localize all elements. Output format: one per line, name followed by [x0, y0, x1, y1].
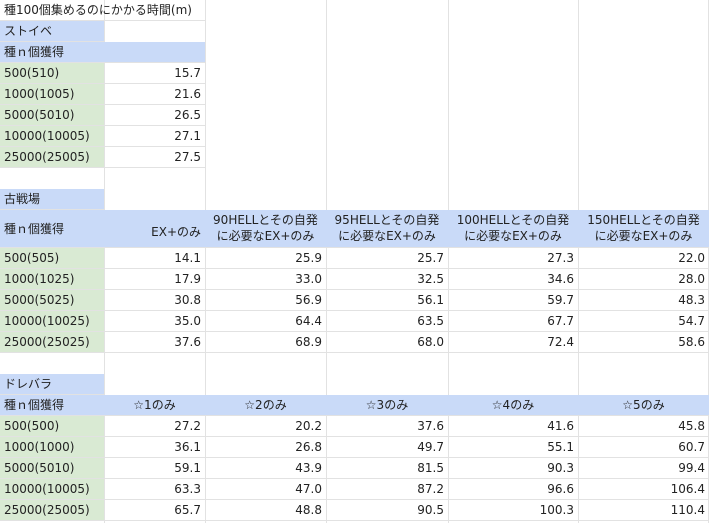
value-cell[interactable]: 32.5	[326, 269, 448, 290]
header-cell[interactable]: ☆5のみ	[578, 395, 709, 416]
row-label[interactable]: 5000(5010)	[0, 458, 104, 479]
value-cell[interactable]: 34.6	[448, 269, 578, 290]
row-label[interactable]: 10000(10005)	[0, 126, 104, 147]
header-cell[interactable]: ☆4のみ	[448, 395, 578, 416]
header-line: に必要なEX+のみ	[338, 229, 436, 243]
header-cell[interactable]: ☆2のみ	[205, 395, 326, 416]
header-cell[interactable]: 100HELLとその自発 に必要なEX+のみ	[448, 210, 578, 248]
value-cell[interactable]: 17.9	[104, 269, 205, 290]
value-cell[interactable]: 48.3	[578, 290, 709, 311]
value-cell[interactable]: 14.1	[104, 248, 205, 269]
row-label[interactable]: 10000(10025)	[0, 311, 104, 332]
value-cell[interactable]: 63.3	[104, 479, 205, 500]
header-label-cell[interactable]: 種ｎ個獲得	[0, 395, 104, 416]
value-cell[interactable]: 60.7	[578, 437, 709, 458]
value-cell[interactable]: 68.0	[326, 332, 448, 353]
value-cell[interactable]: 26.8	[205, 437, 326, 458]
value-cell[interactable]: 90.3	[448, 458, 578, 479]
row-label[interactable]: 1000(1000)	[0, 437, 104, 458]
value-cell[interactable]: 49.7	[326, 437, 448, 458]
value-cell[interactable]: 43.9	[205, 458, 326, 479]
value-cell[interactable]: 20.2	[205, 416, 326, 437]
value-cell[interactable]: 27.1	[104, 126, 205, 147]
value-cell[interactable]: 96.6	[448, 479, 578, 500]
value-cell[interactable]: 21.6	[104, 84, 205, 105]
value-cell[interactable]: 59.1	[104, 458, 205, 479]
header-cell[interactable]: 95HELLとその自発 に必要なEX+のみ	[326, 210, 448, 248]
header-line: に必要なEX+のみ	[594, 229, 693, 243]
row-label[interactable]: 25000(25025)	[0, 332, 104, 353]
value-cell[interactable]: 81.5	[326, 458, 448, 479]
header-label-cell[interactable]: 種ｎ個獲得	[0, 210, 104, 248]
header-line: 150HELLとその自発	[587, 213, 700, 227]
value-cell[interactable]: 28.0	[578, 269, 709, 290]
row-label[interactable]: 10000(10005)	[0, 479, 104, 500]
spreadsheet-grid[interactable]: 種100個集めるのにかかる時間(m) ストイベ 種ｎ個獲得 500(510) 15.7 1…	[0, 0, 709, 523]
value-cell[interactable]: 55.1	[448, 437, 578, 458]
row-label[interactable]: 1000(1025)	[0, 269, 104, 290]
value-cell[interactable]: 87.2	[326, 479, 448, 500]
header-cell[interactable]: ☆3のみ	[326, 395, 448, 416]
value-cell[interactable]: 37.6	[326, 416, 448, 437]
value-cell[interactable]: 63.5	[326, 311, 448, 332]
value-cell[interactable]: 41.6	[448, 416, 578, 437]
header-cell[interactable]: EX+のみ	[104, 210, 205, 248]
value-cell[interactable]: 36.1	[104, 437, 205, 458]
header-cell[interactable]: 90HELLとその自発 に必要なEX+のみ	[205, 210, 326, 248]
value-cell[interactable]: 68.9	[205, 332, 326, 353]
value-cell[interactable]: 22.0	[578, 248, 709, 269]
value-cell[interactable]: 99.4	[578, 458, 709, 479]
value-cell[interactable]: 110.4	[578, 500, 709, 521]
header-cell[interactable]: 150HELLとその自発 に必要なEX+のみ	[578, 210, 709, 248]
header-line: 90HELLとその自発	[213, 213, 318, 227]
header-line: に必要なEX+のみ	[464, 229, 562, 243]
value-cell[interactable]: 72.4	[448, 332, 578, 353]
header-cell-empty[interactable]	[104, 42, 205, 63]
value-cell[interactable]: 67.7	[448, 311, 578, 332]
value-cell[interactable]: 54.7	[578, 311, 709, 332]
section-title[interactable]: 古戦場	[0, 189, 104, 210]
value-cell[interactable]: 65.7	[104, 500, 205, 521]
header-cell[interactable]: ☆1のみ	[104, 395, 205, 416]
sheet-title[interactable]: 種100個集めるのにかかる時間(m)	[0, 0, 205, 21]
header-line: 95HELLとその自発	[334, 213, 440, 227]
value-cell[interactable]: 64.4	[205, 311, 326, 332]
value-cell[interactable]: 106.4	[578, 479, 709, 500]
value-cell[interactable]: 59.7	[448, 290, 578, 311]
value-cell[interactable]: 47.0	[205, 479, 326, 500]
value-cell[interactable]: 25.9	[205, 248, 326, 269]
row-label[interactable]: 500(505)	[0, 248, 104, 269]
value-cell[interactable]: 37.6	[104, 332, 205, 353]
value-cell[interactable]: 58.6	[578, 332, 709, 353]
row-label[interactable]: 5000(5010)	[0, 105, 104, 126]
row-label[interactable]: 500(510)	[0, 63, 104, 84]
value-cell[interactable]: 56.9	[205, 290, 326, 311]
row-label[interactable]: 25000(25005)	[0, 147, 104, 168]
value-cell[interactable]: 90.5	[326, 500, 448, 521]
section-title-stoibe[interactable]: ストイベ	[0, 21, 104, 42]
row-label[interactable]: 500(500)	[0, 416, 104, 437]
value-cell[interactable]: 33.0	[205, 269, 326, 290]
value-cell[interactable]: 27.2	[104, 416, 205, 437]
value-cell[interactable]: 27.3	[448, 248, 578, 269]
header-line: 100HELLとその自発	[456, 213, 570, 227]
value-cell[interactable]: 25.7	[326, 248, 448, 269]
value-cell[interactable]: 56.1	[326, 290, 448, 311]
value-cell[interactable]: 100.3	[448, 500, 578, 521]
value-cell[interactable]: 30.8	[104, 290, 205, 311]
value-cell[interactable]: 15.7	[104, 63, 205, 84]
section-title[interactable]: ドレバラ	[0, 374, 104, 395]
row-label[interactable]: 5000(5025)	[0, 290, 104, 311]
header-line: に必要なEX+のみ	[216, 229, 315, 243]
value-cell[interactable]: 48.8	[205, 500, 326, 521]
row-label[interactable]: 1000(1005)	[0, 84, 104, 105]
header-cell[interactable]: 種ｎ個獲得	[0, 42, 104, 63]
value-cell[interactable]: 35.0	[104, 311, 205, 332]
value-cell[interactable]: 26.5	[104, 105, 205, 126]
row-label[interactable]: 25000(25005)	[0, 500, 104, 521]
value-cell[interactable]: 27.5	[104, 147, 205, 168]
value-cell[interactable]: 45.8	[578, 416, 709, 437]
